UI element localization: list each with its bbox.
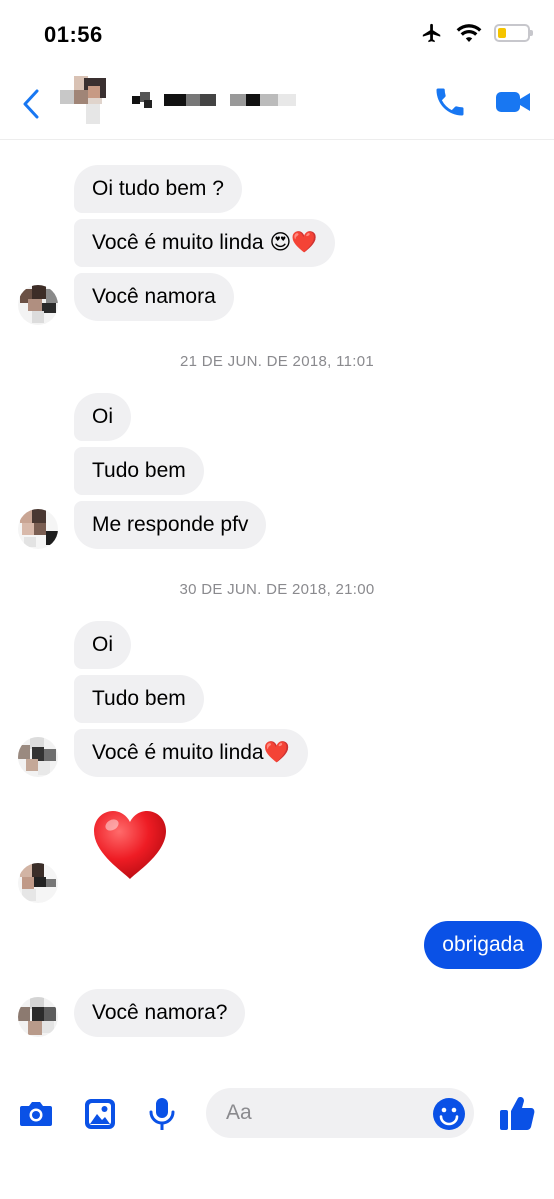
voice-call-button[interactable] <box>432 84 468 120</box>
incoming-message[interactable]: Oi <box>74 621 131 669</box>
incoming-message[interactable]: Você namora? <box>74 989 246 1037</box>
chevron-left-icon <box>23 89 39 119</box>
incoming-message[interactable]: Você é muito linda❤️ <box>74 729 308 777</box>
contact-avatar[interactable] <box>60 76 116 126</box>
camera-icon <box>20 1102 52 1126</box>
sender-avatar[interactable] <box>18 509 58 549</box>
back-button[interactable] <box>22 86 46 122</box>
incoming-message[interactable]: Oi tudo bem ? <box>74 165 242 213</box>
heart-sticker-text: ❤️ <box>168 809 169 810</box>
pixelated-name-icon <box>132 92 296 108</box>
message-input[interactable] <box>226 1088 426 1138</box>
battery-icon <box>494 24 533 42</box>
pixelated-avatar-icon <box>18 737 58 777</box>
microphone-icon <box>149 1098 175 1130</box>
pixelated-avatar-icon <box>18 509 58 549</box>
status-time: 01:56 <box>44 22 103 47</box>
incoming-message[interactable]: Você namora <box>74 273 234 321</box>
incoming-message[interactable]: Tudo bem <box>74 447 204 495</box>
message-thread[interactable]: Oi tudo bem ? Você é muito linda 😍❤️ Voc… <box>0 141 554 1076</box>
emoji-button[interactable] <box>432 1097 466 1131</box>
gallery-button[interactable] <box>82 1096 118 1132</box>
incoming-message[interactable]: Você é muito linda 😍❤️ <box>74 219 336 267</box>
pixelated-avatar-icon <box>18 997 58 1037</box>
status-icons <box>420 22 533 44</box>
battery-level <box>498 28 506 38</box>
message-input-box[interactable] <box>206 1088 474 1138</box>
image-icon <box>85 1099 115 1129</box>
sender-avatar[interactable] <box>18 285 58 325</box>
voice-message-button[interactable] <box>144 1096 180 1132</box>
sender-avatar[interactable] <box>18 737 58 777</box>
airplane-mode-icon <box>422 23 441 43</box>
thumbs-up-icon <box>500 1097 535 1130</box>
sender-avatar[interactable] <box>18 997 58 1037</box>
incoming-message[interactable]: Me responde pfv <box>74 501 267 549</box>
video-call-button[interactable] <box>494 84 532 120</box>
wifi-icon <box>456 24 482 42</box>
sender-avatar[interactable] <box>18 863 58 903</box>
phone-icon <box>436 88 464 116</box>
smiley-icon <box>433 1098 465 1130</box>
incoming-message[interactable]: Oi <box>74 393 131 441</box>
contact-name-blurred[interactable] <box>132 90 302 110</box>
message-composer <box>0 1076 554 1199</box>
pixelated-avatar-icon <box>18 285 58 325</box>
message-text: Você é muito linda❤️ <box>92 741 290 764</box>
message-text: Você é muito linda 😍❤️ <box>92 231 318 254</box>
timestamp: 21 DE JUN. DE 2018, 11:01 <box>180 353 374 370</box>
like-button[interactable] <box>498 1094 535 1130</box>
outgoing-message[interactable]: obrigada <box>424 921 542 969</box>
camera-button[interactable] <box>18 1096 54 1132</box>
heart-sticker[interactable]: ❤️ <box>92 809 168 881</box>
pixelated-avatar-icon <box>18 863 58 903</box>
timestamp: 30 DE JUN. DE 2018, 21:00 <box>179 581 375 598</box>
status-bar: 01:56 <box>0 0 554 70</box>
conversation-header <box>0 70 554 140</box>
red-heart-icon <box>94 811 166 879</box>
video-camera-icon <box>496 92 530 112</box>
pixelated-avatar-icon <box>60 76 106 124</box>
incoming-message[interactable]: Tudo bem <box>74 675 204 723</box>
